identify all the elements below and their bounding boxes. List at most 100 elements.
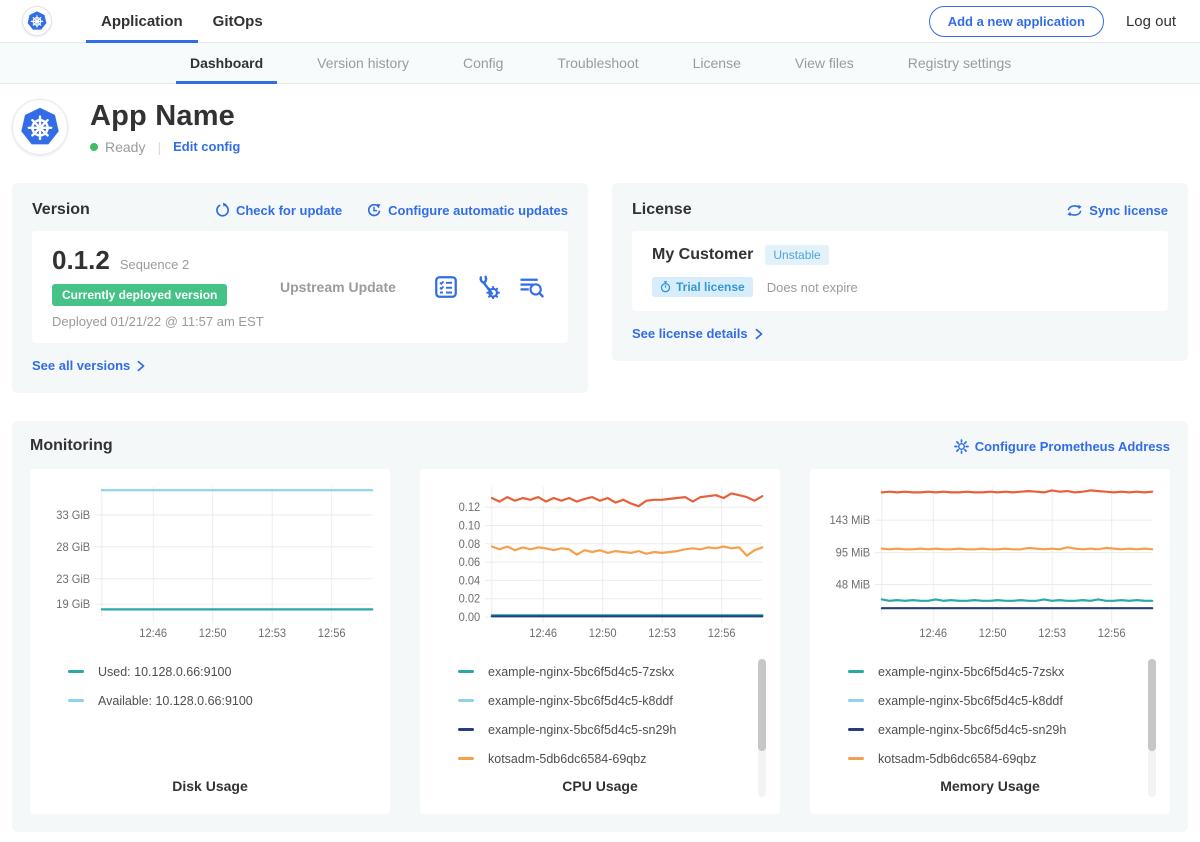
- legend-label: example-nginx-5bc6f5d4c5-sn29h: [878, 723, 1066, 737]
- legend-scrollbar-track[interactable]: [1148, 659, 1156, 797]
- kubernetes-logo-icon: [22, 6, 52, 36]
- legend-label: example-nginx-5bc6f5d4c5-7zskx: [878, 665, 1064, 679]
- edit-config-link[interactable]: Edit config: [173, 139, 240, 154]
- tab-config[interactable]: Config: [449, 43, 517, 83]
- currently-deployed-badge: Currently deployed version: [52, 284, 227, 306]
- see-license-details-link[interactable]: See license details: [632, 326, 764, 341]
- legend-item: kotsadm-5db6dc6584-69qbz: [848, 744, 1160, 773]
- svg-text:33 GiB: 33 GiB: [56, 510, 90, 522]
- topbar-tab-application[interactable]: Application: [86, 0, 198, 42]
- svg-text:0.12: 0.12: [459, 502, 481, 514]
- license-expiry-text: Does not expire: [767, 280, 858, 295]
- legend-label: example-nginx-5bc6f5d4c5-k8ddf: [488, 694, 673, 708]
- disk-usage-chart: 33 GiB28 GiB23 GiB19 GiB12:4612:5012:531…: [40, 481, 380, 649]
- deployed-date: Deployed 01/21/22 @ 11:57 am EST: [52, 314, 280, 329]
- ready-status-dot: [90, 143, 98, 151]
- svg-text:12:53: 12:53: [648, 628, 676, 640]
- svg-text:0.02: 0.02: [459, 594, 481, 606]
- version-card: Version Check for update: [12, 183, 588, 393]
- page-title: App Name: [90, 100, 240, 133]
- sync-license-link[interactable]: Sync license: [1066, 203, 1168, 218]
- svg-text:12:53: 12:53: [258, 628, 286, 640]
- memory-usage-card: 143 MiB95 MiB48 MiB12:4612:5012:5312:56 …: [810, 469, 1170, 814]
- tab-registry-settings[interactable]: Registry settings: [894, 43, 1025, 83]
- app-header: App Name Ready | Edit config: [0, 84, 1200, 173]
- legend-label: example-nginx-5bc6f5d4c5-k8ddf: [878, 694, 1063, 708]
- version-sequence: Sequence 2: [120, 257, 189, 272]
- legend-color-dash: [848, 728, 864, 731]
- configure-automatic-updates-link[interactable]: Configure automatic updates: [366, 202, 568, 218]
- configure-prometheus-link[interactable]: Configure Prometheus Address: [954, 439, 1170, 454]
- summary-cards-row: Version Check for update: [0, 173, 1200, 393]
- svg-text:48 MiB: 48 MiB: [836, 579, 871, 591]
- tab-troubleshoot[interactable]: Troubleshoot: [543, 43, 652, 83]
- svg-text:12:53: 12:53: [1038, 628, 1066, 640]
- version-number: 0.1.2: [52, 245, 110, 276]
- refresh-icon: [214, 202, 230, 218]
- legend-item: example-nginx-5bc6f5d4c5-7zskx: [848, 657, 1160, 686]
- memory-usage-chart: 143 MiB95 MiB48 MiB12:4612:5012:5312:56: [820, 481, 1160, 649]
- legend-item: Available: 10.128.0.66:9100: [68, 686, 380, 715]
- preflight-checks-icon[interactable]: [434, 275, 458, 299]
- see-all-versions-link[interactable]: See all versions: [32, 358, 146, 373]
- legend-scrollbar-track[interactable]: [758, 659, 766, 797]
- legend-label: example-nginx-5bc6f5d4c5-sn29h: [488, 723, 676, 737]
- check-for-update-link[interactable]: Check for update: [214, 202, 342, 218]
- cpu-usage-chart: 0.120.100.080.060.040.020.0012:4612:5012…: [430, 481, 770, 649]
- gear-icon: [954, 439, 969, 454]
- svg-text:0.04: 0.04: [459, 575, 481, 587]
- topbar-tab-gitops[interactable]: GitOps: [198, 0, 278, 42]
- legend-item: kotsadm-5db6dc6584-69qbz: [458, 744, 770, 773]
- tab-dashboard[interactable]: Dashboard: [176, 43, 277, 83]
- customer-name: My Customer: [652, 246, 753, 264]
- legend-color-dash: [458, 728, 474, 731]
- legend-item: example-nginx-5bc6f5d4c5-k8ddf: [458, 686, 770, 715]
- legend-item: example-nginx-5bc6f5d4c5-7zskx: [458, 657, 770, 686]
- sync-arrows-icon: [1066, 203, 1083, 218]
- legend-color-dash: [458, 699, 474, 702]
- svg-text:12:56: 12:56: [708, 628, 736, 640]
- legend-scrollbar-thumb[interactable]: [1148, 659, 1156, 751]
- chart-title: Disk Usage: [40, 778, 380, 802]
- svg-text:143 MiB: 143 MiB: [829, 515, 870, 527]
- license-card-title: License: [632, 201, 692, 219]
- cpu-usage-legend: example-nginx-5bc6f5d4c5-7zskx example-ng…: [458, 657, 770, 773]
- svg-text:12:50: 12:50: [589, 628, 617, 640]
- chevron-right-icon: [754, 328, 764, 340]
- current-version-box: 0.1.2 Sequence 2 Currently deployed vers…: [32, 231, 568, 343]
- svg-text:95 MiB: 95 MiB: [836, 548, 871, 560]
- add-new-application-button[interactable]: Add a new application: [929, 6, 1104, 37]
- view-diff-icon[interactable]: [518, 275, 544, 299]
- chevron-right-icon: [136, 360, 146, 372]
- trial-license-badge: Trial license: [652, 277, 753, 297]
- svg-text:23 GiB: 23 GiB: [56, 574, 90, 586]
- legend-color-dash: [458, 757, 474, 760]
- svg-text:0.06: 0.06: [459, 557, 481, 569]
- tab-view-files[interactable]: View files: [781, 43, 868, 83]
- legend-label: example-nginx-5bc6f5d4c5-7zskx: [488, 665, 674, 679]
- svg-text:28 GiB: 28 GiB: [56, 542, 90, 554]
- charts-row: 33 GiB28 GiB23 GiB19 GiB12:4612:5012:531…: [30, 469, 1170, 814]
- license-summary-box: My Customer Unstable Trial license Does …: [632, 231, 1168, 311]
- app-subnav: Dashboard Version history Config Trouble…: [0, 43, 1200, 84]
- legend-item: example-nginx-5bc6f5d4c5-sn29h: [848, 715, 1160, 744]
- legend-label: kotsadm-5db6dc6584-69qbz: [878, 752, 1036, 766]
- svg-text:12:50: 12:50: [979, 628, 1007, 640]
- legend-scrollbar-thumb[interactable]: [758, 659, 766, 751]
- edit-config-gear-icon[interactable]: [476, 275, 500, 299]
- legend-item: example-nginx-5bc6f5d4c5-k8ddf: [848, 686, 1160, 715]
- legend-item: Used: 10.128.0.66:9100: [68, 657, 380, 686]
- chart-title: CPU Usage: [430, 778, 770, 802]
- tab-version-history[interactable]: Version history: [303, 43, 423, 83]
- version-source-label: Upstream Update: [280, 279, 434, 295]
- svg-text:12:56: 12:56: [318, 628, 346, 640]
- svg-text:12:50: 12:50: [199, 628, 227, 640]
- tab-license[interactable]: License: [679, 43, 755, 83]
- legend-label: Available: 10.128.0.66:9100: [98, 694, 253, 708]
- legend-color-dash: [68, 670, 84, 673]
- disk-usage-card: 33 GiB28 GiB23 GiB19 GiB12:4612:5012:531…: [30, 469, 390, 814]
- monitoring-title: Monitoring: [30, 437, 113, 455]
- svg-text:19 GiB: 19 GiB: [56, 599, 90, 611]
- logout-button[interactable]: Log out: [1126, 13, 1176, 30]
- legend-item: example-nginx-5bc6f5d4c5-sn29h: [458, 715, 770, 744]
